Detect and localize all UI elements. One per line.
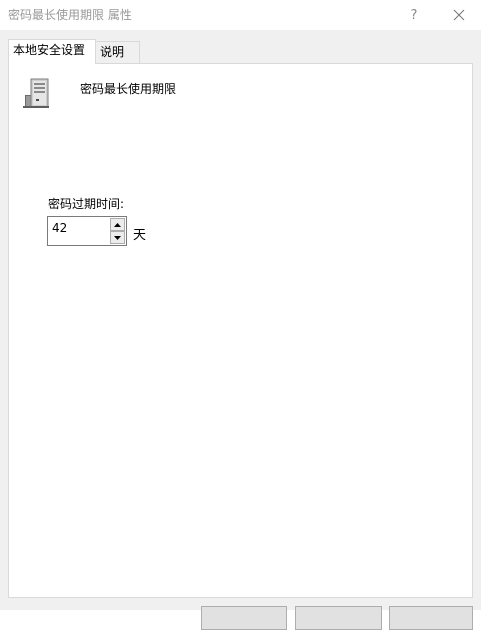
password-expiry-stepper[interactable]: [47, 216, 127, 246]
spin-down-button[interactable]: [110, 231, 125, 244]
unit-label: 天: [133, 228, 147, 243]
close-button[interactable]: [437, 0, 481, 30]
help-icon: ?: [410, 7, 418, 23]
tab-label: 本地安全设置: [13, 43, 86, 57]
policy-title: 密码最长使用期限: [80, 82, 177, 96]
triangle-up-icon: [114, 222, 121, 227]
title-bar[interactable]: 密码最长使用期限 属性 ?: [0, 0, 481, 30]
triangle-down-icon: [114, 235, 121, 240]
spin-up-button[interactable]: [110, 218, 125, 231]
tab-label: 说明: [100, 45, 125, 59]
help-button[interactable]: ?: [392, 0, 436, 30]
password-expiry-label: 密码过期时间:: [48, 197, 125, 211]
server-computer-icon: [23, 78, 49, 108]
window-title: 密码最长使用期限 属性: [8, 8, 132, 22]
close-icon: [453, 9, 465, 21]
tab-local-security-setting[interactable]: 本地安全设置: [8, 39, 96, 64]
tab-explain[interactable]: 说明: [95, 41, 140, 63]
tab-panel: [8, 63, 473, 598]
password-expiry-input[interactable]: [52, 221, 106, 235]
